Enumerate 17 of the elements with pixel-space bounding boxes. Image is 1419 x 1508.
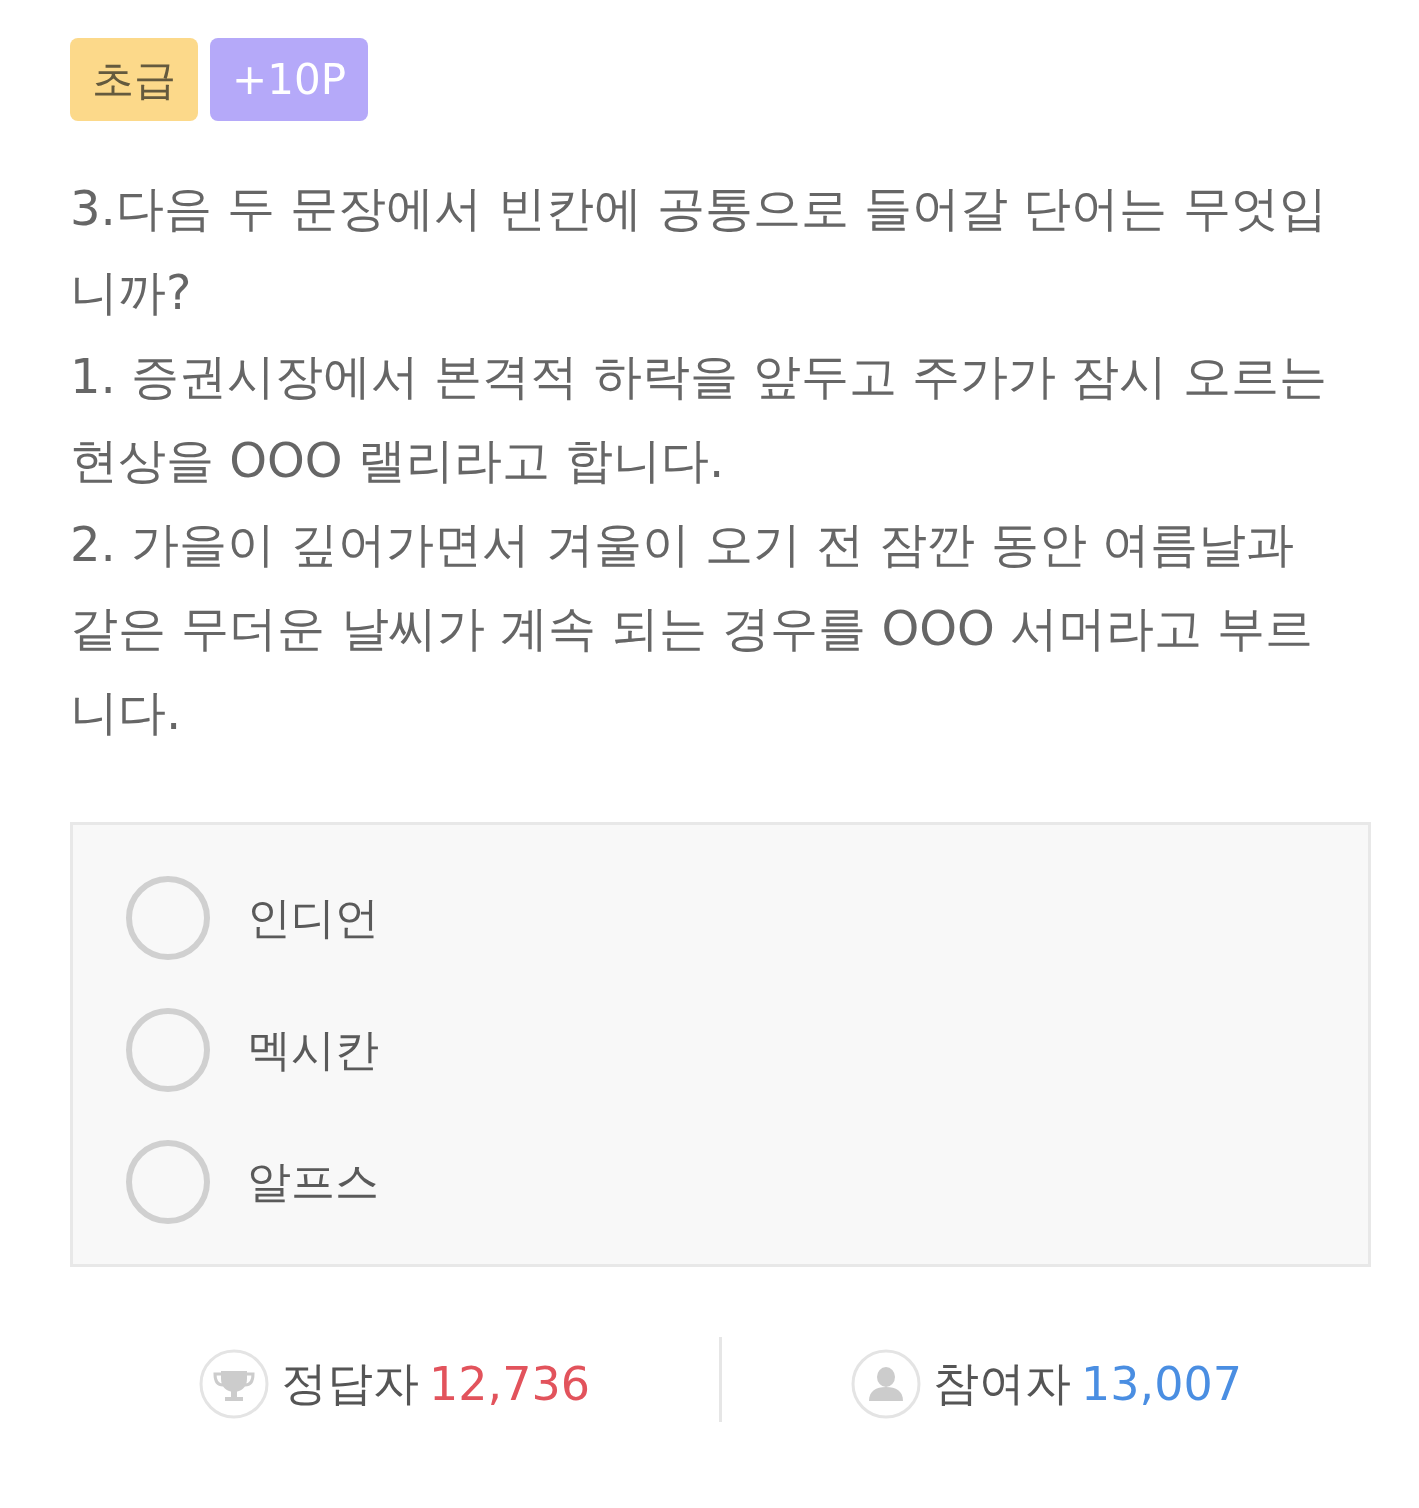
option-label[interactable]: 멕시칸	[247, 1020, 379, 1080]
option-label[interactable]: 인디언	[247, 888, 379, 948]
sentence-text: 1. 증권시장에서 본격적 하락을 앞두고 주가가 잠시 오르는 현상을 OOO 랠리라고 합니다.	[70, 347, 1328, 490]
stat-label: 참여자	[933, 1354, 1071, 1412]
stat-count: 13,007	[1081, 1356, 1242, 1411]
trophy-icon	[199, 1348, 269, 1419]
radio-button[interactable]	[126, 1140, 210, 1224]
stat-count: 12,736	[429, 1356, 590, 1411]
radio-button[interactable]	[126, 876, 210, 960]
radio-button[interactable]	[126, 1008, 210, 1092]
person-icon	[851, 1348, 921, 1419]
sentence-text: 2. 가을이 깊어가면서 겨울이 오기 전 잠깐 동안 여름날과 같은 무더운 날씨가 계속 되는 경우를 OOO 서머라고 부르니다.	[70, 515, 1315, 742]
question-text: 3.다음 두 문장에서 빈칸에 공통으로 들어갈 단어는 무엇입니까?	[70, 179, 1328, 322]
stat-label: 정답자	[281, 1354, 419, 1412]
option-label[interactable]: 알프스	[247, 1152, 379, 1212]
points-badge: +10P	[210, 38, 368, 121]
level-badge: 초급	[70, 38, 198, 121]
